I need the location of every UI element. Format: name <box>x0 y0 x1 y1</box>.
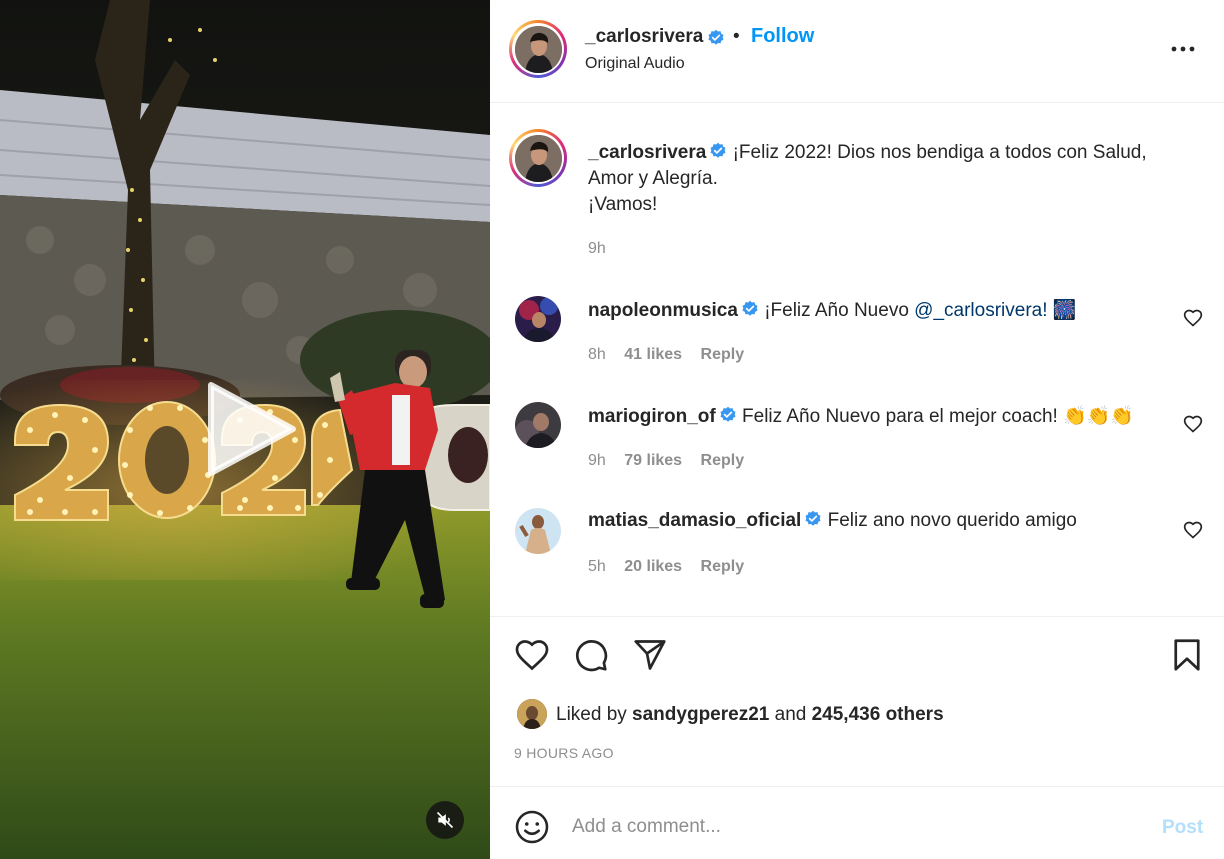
heart-icon[interactable] <box>1183 308 1203 328</box>
likes-and: and <box>769 704 812 725</box>
caption-avatar-image <box>514 134 562 182</box>
liker-avatar[interactable] <box>517 699 547 729</box>
verified-badge-icon <box>805 510 821 526</box>
caption-line-1: ¡Feliz 2022! Dios nos bendiga a todos co… <box>732 142 1147 163</box>
comment-emoji: 🎆 <box>1047 300 1077 321</box>
more-options-icon[interactable] <box>1170 36 1196 62</box>
separator-dot: • <box>733 26 740 47</box>
like-heart-icon[interactable] <box>514 637 550 673</box>
play-icon <box>208 382 296 476</box>
comment-text: mariogiron_of Feliz Año Nuevo para el me… <box>588 404 1134 428</box>
verified-badge-icon <box>720 406 736 422</box>
comment-text: matias_damasio_oficial Feliz ano novo qu… <box>588 510 1077 532</box>
commenter-avatar[interactable] <box>515 508 561 554</box>
author-avatar[interactable] <box>509 20 567 78</box>
comment-likes[interactable]: 79 likes <box>624 452 682 469</box>
likes-prefix: Liked by <box>556 704 633 725</box>
heart-icon[interactable] <box>1183 520 1203 540</box>
post-actions: Liked by sandygperez21 and 245,436 other… <box>490 616 1224 786</box>
reply-button[interactable]: Reply <box>701 346 745 363</box>
commenter-avatar[interactable] <box>515 296 561 342</box>
mute-toggle-button[interactable] <box>426 801 464 839</box>
muted-icon <box>436 811 454 829</box>
caption-author-avatar[interactable] <box>509 129 567 187</box>
commenter-username[interactable]: matias_damasio_oficial <box>588 510 801 531</box>
mention-link[interactable]: @_carlosrivera! <box>914 300 1047 321</box>
follow-button[interactable]: Follow <box>751 25 814 48</box>
comment-likes[interactable]: 41 likes <box>624 346 682 363</box>
heart-icon[interactable] <box>1183 414 1203 434</box>
author-username[interactable]: _carlosrivera <box>585 26 703 48</box>
caption-username[interactable]: _carlosrivera <box>588 142 706 163</box>
comment-likes[interactable]: 20 likes <box>624 558 682 575</box>
post-header: _carlosrivera • Follow Original Audio <box>490 0 1224 103</box>
caption-line-2: Amor y Alegría. <box>588 168 718 189</box>
post-timestamp[interactable]: 9 HOURS AGO <box>514 745 614 761</box>
comment-composer: Post <box>490 786 1224 859</box>
caption-line-3: ¡Vamos! <box>588 194 658 215</box>
post-comment-button[interactable]: Post <box>1162 817 1203 839</box>
comments-list[interactable]: _carlosrivera ¡Feliz 2022! Dios nos bend… <box>490 104 1224 616</box>
comment-body: Feliz ano novo querido amigo <box>827 510 1077 531</box>
play-button[interactable] <box>203 381 299 477</box>
comment-item: mariogiron_of Feliz Año Nuevo para el me… <box>490 402 1224 492</box>
comment-input[interactable] <box>572 809 1132 845</box>
reply-button[interactable]: Reply <box>701 558 745 575</box>
comment-time[interactable]: 8h <box>588 346 606 363</box>
original-audio-link[interactable]: Original Audio <box>585 55 685 73</box>
comment-time[interactable]: 9h <box>588 452 606 469</box>
liker-username[interactable]: sandygperez21 <box>632 704 769 725</box>
likes-others-link[interactable]: 245,436 others <box>812 704 944 725</box>
comment-meta: 5h 20 likes Reply <box>588 558 758 576</box>
verified-badge-icon <box>742 300 758 316</box>
share-icon[interactable] <box>632 637 668 673</box>
verified-badge-icon <box>708 29 724 45</box>
bookmark-icon[interactable] <box>1169 637 1205 673</box>
comment-time[interactable]: 5h <box>588 558 606 575</box>
comment-text: napoleonmusica ¡Feliz Año Nuevo @_carlos… <box>588 298 1076 322</box>
comment-meta: 8h 41 likes Reply <box>588 346 758 364</box>
post-video[interactable] <box>0 0 490 859</box>
comment-item: matias_damasio_oficial Feliz ano novo qu… <box>490 508 1224 598</box>
reply-button[interactable]: Reply <box>701 452 745 469</box>
post-caption: _carlosrivera ¡Feliz 2022! Dios nos bend… <box>588 140 1188 218</box>
emoji-icon[interactable] <box>514 809 550 845</box>
post-details-panel: _carlosrivera • Follow Original Audio _c… <box>490 0 1224 859</box>
author-avatar-image <box>514 25 562 73</box>
comment-item: napoleonmusica ¡Feliz Año Nuevo @_carlos… <box>490 296 1224 386</box>
likes-summary: Liked by sandygperez21 and 245,436 other… <box>556 704 944 726</box>
commenter-username[interactable]: mariogiron_of <box>588 406 716 427</box>
comment-body: Feliz Año Nuevo para el mejor coach! 👏👏👏 <box>742 406 1135 427</box>
comment-body: ¡Feliz Año Nuevo <box>764 300 915 321</box>
comment-icon[interactable] <box>573 637 609 673</box>
commenter-avatar[interactable] <box>515 402 561 448</box>
caption-timestamp[interactable]: 9h <box>588 240 606 258</box>
commenter-username[interactable]: napoleonmusica <box>588 300 738 321</box>
comment-meta: 9h 79 likes Reply <box>588 452 758 470</box>
verified-badge-icon <box>710 142 726 158</box>
